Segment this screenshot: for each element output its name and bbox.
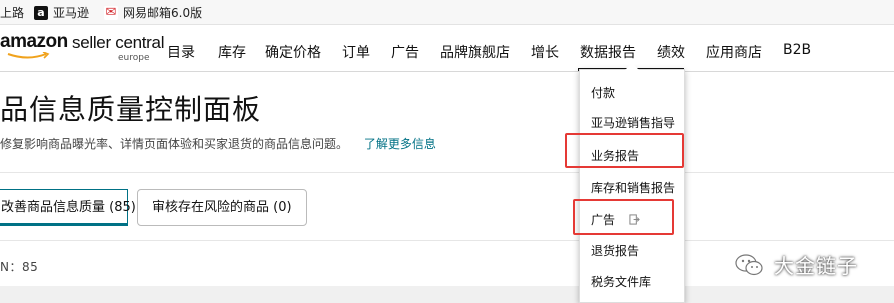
netease-mail-icon: ✉ [104,4,118,20]
bookmark-netease-mail[interactable]: ✉ 网易邮箱6.0版 [104,4,202,21]
page-description: 修复影响商品曝光率、详情页面体验和买家退货的商品信息问题。 了解更多信息 [0,135,436,152]
bookmark-amazon[interactable]: a 亚马逊 [34,4,89,21]
dropdown-caret [625,63,639,70]
nav-reports[interactable]: 数据报告 [580,42,636,62]
page-title: 品信息质量控制面板 [0,93,262,126]
result-count: N：85 [0,260,39,274]
menu-item-selling-coach[interactable]: 亚马逊销售指导 [591,114,675,131]
top-navigation: amazon seller central europe 目录 库存 确定价格 … [0,25,894,72]
nav-catalog[interactable]: 目录 [167,42,195,62]
seller-central-logo[interactable]: amazon seller central europe [0,31,164,65]
highlight-box-advertising [573,199,674,235]
description-text: 修复影响商品曝光率、详情页面体验和买家退货的商品信息问题。 [0,137,349,151]
watermark: 大金链子 [734,250,858,279]
section-divider [0,240,894,241]
nav-brand-store[interactable]: 品牌旗舰店 [440,42,510,62]
nav-orders[interactable]: 订单 [342,42,370,62]
section-divider [0,172,894,173]
nav-performance[interactable]: 绩效 [657,42,685,62]
nav-pricing[interactable]: 确定价格 [265,42,321,62]
nav-b2b[interactable]: B2B [783,42,811,58]
tab-review-at-risk[interactable]: 审核存在风险的商品 (0) [137,189,307,226]
bookmark-shanglu[interactable]: 上路 [0,4,24,21]
nav-inventory[interactable]: 库存 [218,42,246,62]
amazon-smile-icon [7,52,50,59]
nav-growth[interactable]: 增长 [531,42,559,62]
logo-brand: amazon [0,31,68,52]
watermark-text: 大金链子 [774,254,858,278]
learn-more-link[interactable]: 了解更多信息 [364,137,436,151]
reports-dropdown-menu: 付款 亚马逊销售指导 业务报告 库存和销售报告 广告 退货报告 税务文件库 [579,63,685,303]
tab-improve-listing-quality[interactable]: 改善商品信息质量 (85) [0,189,136,226]
table-header-strip [0,286,894,303]
wechat-icon [735,253,763,275]
nav-appstore[interactable]: 应用商店 [706,42,762,62]
menu-item-returns-reports[interactable]: 退货报告 [591,242,639,259]
amazon-icon: a [34,5,48,20]
menu-item-payments[interactable]: 付款 [591,84,615,101]
bookmarks-bar: 上路 a 亚马逊 ✉ 网易邮箱6.0版 [0,0,894,25]
bookmark-label: 网易邮箱6.0版 [123,6,203,20]
tab-label: 审核存在风险的商品 (0) [152,200,292,215]
menu-item-inventory-sales-reports[interactable]: 库存和销售报告 [591,179,675,196]
highlight-box-business-reports [565,133,684,168]
bookmark-label: 亚马逊 [53,6,90,20]
tab-label: 改善商品信息质量 (85) [1,200,136,215]
logo-region: europe [118,53,150,63]
bookmark-label: 上路 [0,6,25,20]
nav-advertising[interactable]: 广告 [391,42,419,62]
menu-item-tax-library[interactable]: 税务文件库 [591,273,651,290]
logo-product: seller central [72,33,165,52]
